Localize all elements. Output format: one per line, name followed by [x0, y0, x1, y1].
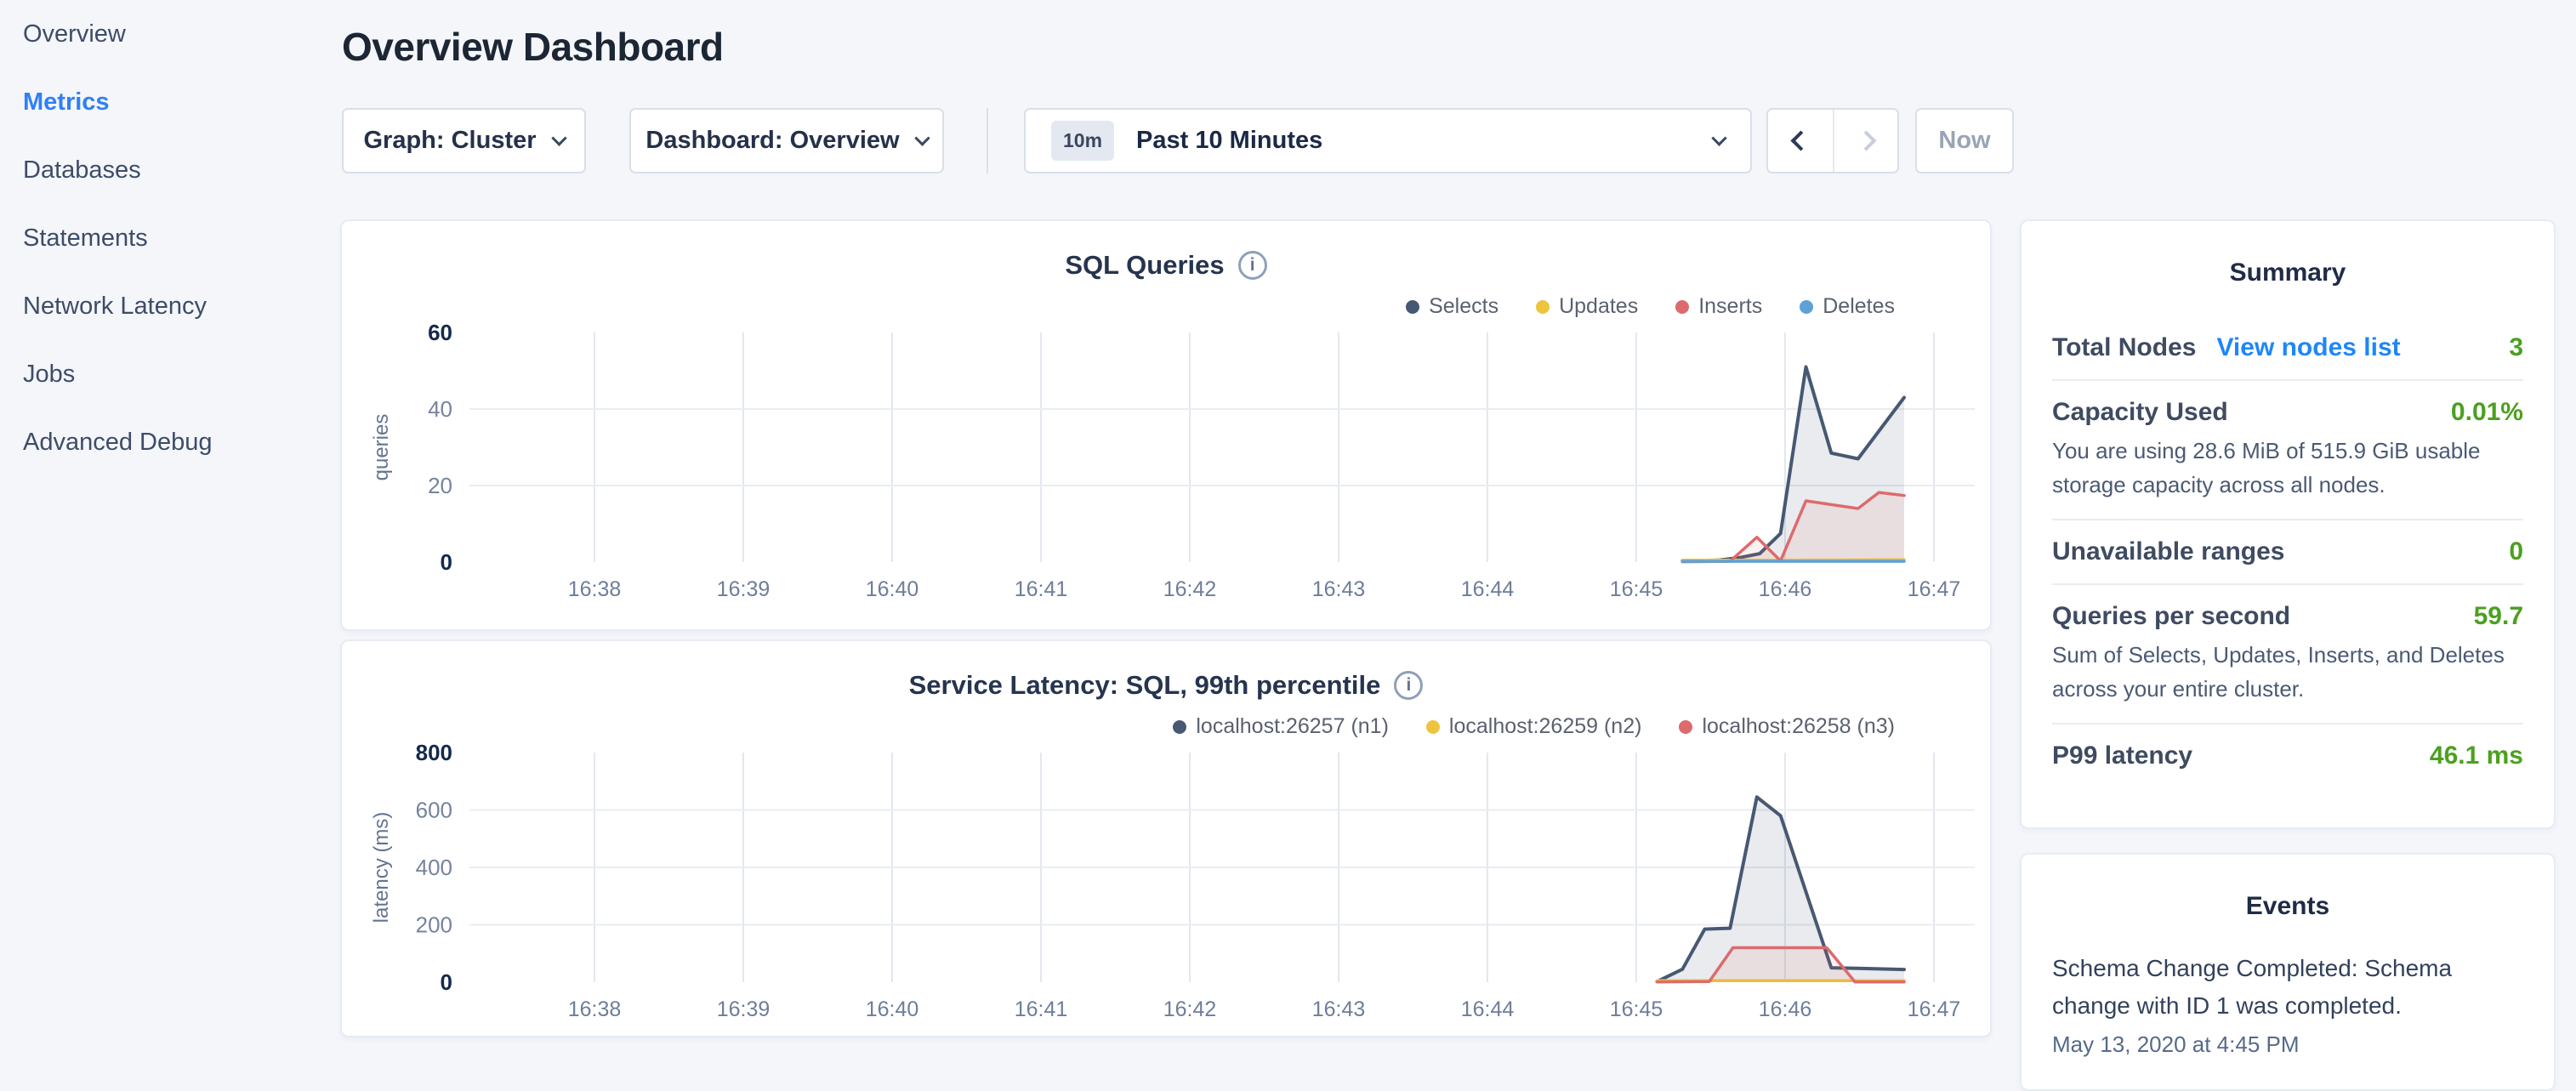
- sidebar-item-statements[interactable]: Statements: [23, 204, 323, 272]
- svg-text:16:46: 16:46: [1759, 997, 1812, 1021]
- svg-text:16:43: 16:43: [1312, 997, 1366, 1021]
- svg-text:16:38: 16:38: [568, 997, 622, 1021]
- chart-title: Service Latency: SQL, 99th percentile: [909, 670, 1381, 701]
- sidebar-item-jobs[interactable]: Jobs: [23, 340, 323, 408]
- svg-text:16:41: 16:41: [1015, 577, 1068, 601]
- events-panel: Events Schema Change Completed: Schema c…: [2020, 853, 2556, 1091]
- info-icon[interactable]: i: [1394, 671, 1423, 700]
- capacity-used-description: You are using 28.6 MiB of 515.9 GiB usab…: [2052, 434, 2523, 502]
- svg-text:60: 60: [428, 320, 452, 345]
- chevron-left-icon: [1790, 130, 1811, 151]
- prev-time-button[interactable]: [1768, 110, 1833, 172]
- sql-queries-plot[interactable]: 16:38 16:39 16:40 16:41 16:42 16:43 16:44 16:45…: [359, 311, 1976, 611]
- svg-text:16:45: 16:45: [1610, 577, 1663, 601]
- sidebar-item-overview[interactable]: Overview: [23, 0, 323, 68]
- svg-text:0: 0: [441, 549, 452, 575]
- queries-per-second-description: Sum of Selects, Updates, Inserts, and De…: [2052, 638, 2523, 706]
- svg-text:20: 20: [428, 473, 452, 498]
- svg-text:queries: queries: [370, 414, 393, 481]
- toolbar-divider: [987, 108, 988, 173]
- event-message: Schema Change Completed: Schema change w…: [2052, 950, 2523, 1025]
- svg-text:800: 800: [416, 740, 452, 765]
- svg-text:16:47: 16:47: [1908, 577, 1961, 601]
- svg-text:latency (ms): latency (ms): [370, 812, 393, 923]
- info-icon[interactable]: i: [1238, 251, 1267, 280]
- queries-per-second-value: 59.7: [2474, 602, 2523, 631]
- summary-title: Summary: [2052, 259, 2523, 287]
- unavailable-ranges-label: Unavailable ranges: [2052, 537, 2284, 566]
- summary-panel: Summary Total Nodes View nodes list 3 Ca…: [2020, 219, 2556, 829]
- total-nodes-label: Total Nodes: [2052, 333, 2196, 362]
- time-range-dropdown[interactable]: 10m Past 10 Minutes: [1024, 108, 1752, 173]
- service-latency-chart-card: Service Latency: SQL, 99th percentile i …: [340, 639, 1992, 1037]
- queries-per-second-label: Queries per second: [2052, 602, 2290, 631]
- p99-latency-row: P99 latency 46.1 ms: [2052, 742, 2523, 770]
- svg-text:40: 40: [428, 396, 452, 422]
- sidebar-item-advanced-debug[interactable]: Advanced Debug: [23, 408, 323, 476]
- now-button-label: Now: [1938, 127, 1990, 155]
- svg-text:16:45: 16:45: [1610, 997, 1663, 1021]
- chevron-down-icon: [551, 130, 566, 145]
- svg-text:400: 400: [416, 855, 452, 880]
- graph-dropdown-label: Graph: Cluster: [363, 127, 536, 155]
- chevron-down-icon: [914, 130, 930, 145]
- event-timestamp: May 13, 2020 at 4:45 PM: [2052, 1031, 2523, 1058]
- total-nodes-row: Total Nodes View nodes list 3: [2052, 333, 2523, 362]
- chevron-right-icon: [1856, 130, 1876, 151]
- svg-text:16:43: 16:43: [1312, 577, 1366, 601]
- unavailable-ranges-value: 0: [2509, 537, 2523, 566]
- dashboard-dropdown[interactable]: Dashboard: Overview: [629, 108, 944, 173]
- svg-text:16:40: 16:40: [866, 997, 919, 1021]
- chevron-down-icon: [1711, 130, 1726, 145]
- svg-text:16:47: 16:47: [1908, 997, 1961, 1021]
- svg-text:16:39: 16:39: [717, 577, 771, 601]
- time-step-buttons: [1766, 108, 1899, 173]
- sidebar-item-network-latency[interactable]: Network Latency: [23, 272, 323, 340]
- unavailable-ranges-row: Unavailable ranges 0: [2052, 537, 2523, 566]
- svg-text:16:40: 16:40: [866, 577, 919, 601]
- queries-per-second-row: Queries per second 59.7: [2052, 602, 2523, 631]
- svg-text:16:42: 16:42: [1163, 577, 1217, 601]
- next-time-button[interactable]: [1833, 110, 1897, 172]
- dashboard-dropdown-label: Dashboard: Overview: [645, 127, 899, 155]
- page-title: Overview Dashboard: [342, 24, 724, 70]
- svg-text:0: 0: [441, 969, 452, 995]
- chart-title: SQL Queries: [1065, 250, 1224, 281]
- svg-text:16:46: 16:46: [1759, 577, 1812, 601]
- graph-dropdown[interactable]: Graph: Cluster: [342, 108, 586, 173]
- capacity-used-label: Capacity Used: [2052, 398, 2228, 427]
- svg-text:16:44: 16:44: [1461, 997, 1515, 1021]
- svg-text:16:39: 16:39: [717, 997, 771, 1021]
- view-nodes-list-link[interactable]: View nodes list: [2216, 333, 2400, 362]
- p99-latency-label: P99 latency: [2052, 742, 2192, 770]
- service-latency-plot[interactable]: 16:38 16:39 16:40 16:41 16:42 16:43 16:44 16:45…: [359, 731, 1976, 1031]
- sidebar-item-databases[interactable]: Databases: [23, 136, 323, 204]
- svg-text:16:38: 16:38: [568, 577, 622, 601]
- time-range-label: Past 10 Minutes: [1136, 127, 1714, 155]
- svg-text:16:41: 16:41: [1015, 997, 1068, 1021]
- events-title: Events: [2052, 892, 2523, 921]
- capacity-used-value: 0.01%: [2451, 398, 2523, 427]
- sidebar-item-metrics[interactable]: Metrics: [23, 68, 323, 136]
- sql-queries-chart-card: SQL Queries i SelectsUpdatesInsertsDelet…: [340, 219, 1992, 631]
- event-list-item: Schema Change Completed: Schema change w…: [2052, 950, 2523, 1058]
- sidebar: Overview Metrics Databases Statements Ne…: [0, 0, 323, 476]
- svg-text:16:42: 16:42: [1163, 997, 1217, 1021]
- svg-text:200: 200: [416, 912, 452, 938]
- now-button[interactable]: Now: [1915, 108, 2014, 173]
- capacity-used-row: Capacity Used 0.01%: [2052, 398, 2523, 427]
- svg-text:600: 600: [416, 798, 452, 823]
- time-range-badge: 10m: [1051, 121, 1114, 161]
- p99-latency-value: 46.1 ms: [2430, 742, 2523, 770]
- svg-text:16:44: 16:44: [1461, 577, 1515, 601]
- total-nodes-value: 3: [2509, 333, 2523, 362]
